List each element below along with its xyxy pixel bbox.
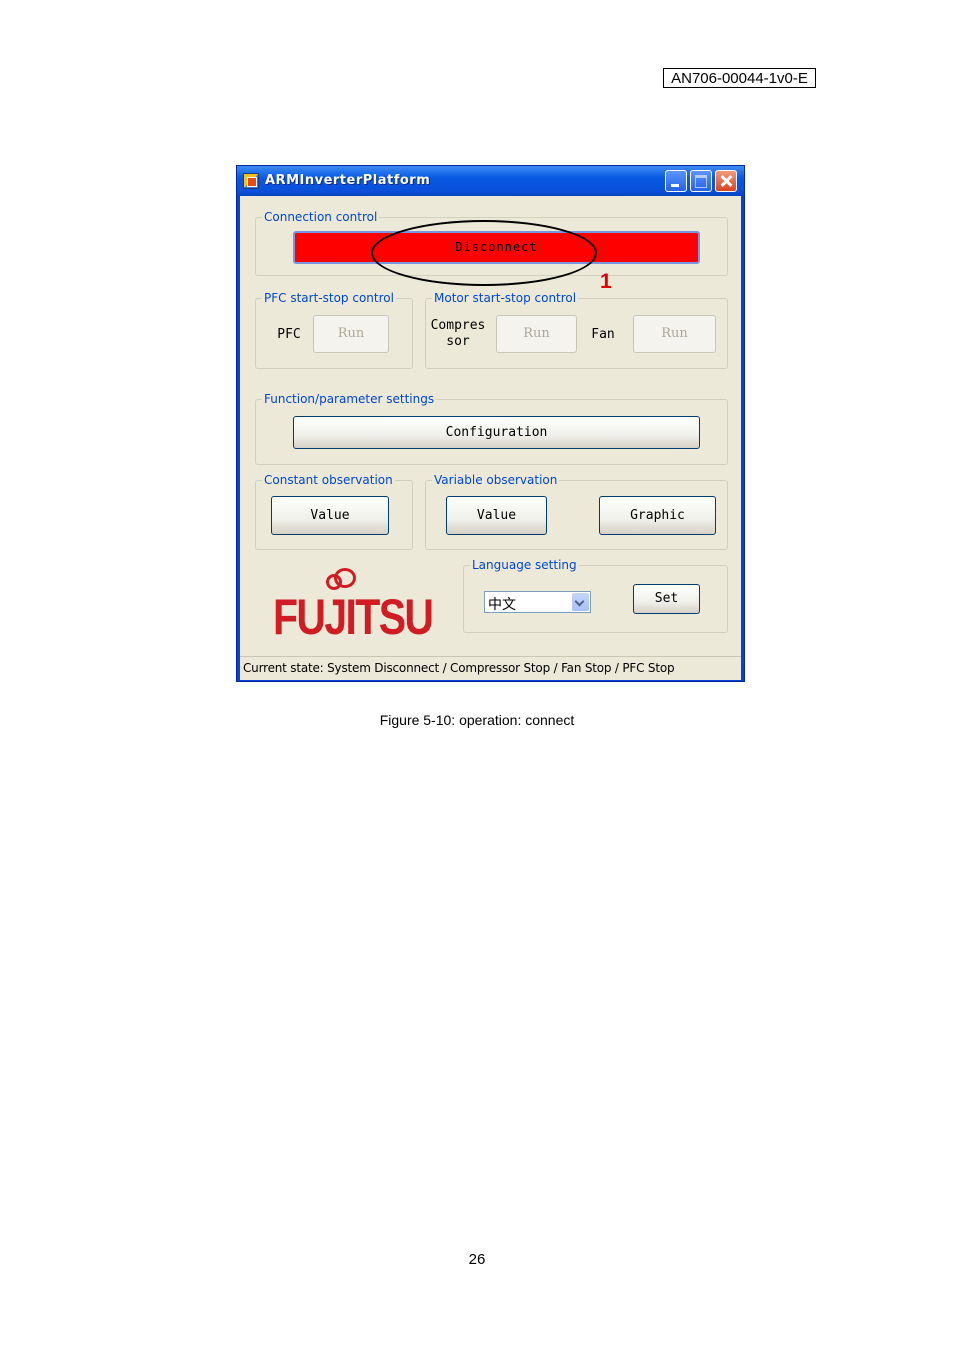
language-select[interactable]: 中文 [484,591,591,613]
compressor-label-line1: Compres [430,318,486,333]
variable-value-button[interactable]: Value [446,496,547,535]
status-text: Current state: System Disconnect / Compr… [243,661,675,675]
title-bar[interactable]: ARMInverterPlatform [237,166,744,196]
connection-control-label: Connection control [262,210,380,224]
variable-observation-label: Variable observation [432,473,560,487]
graphic-button[interactable]: Graphic [599,496,716,535]
chevron-down-icon[interactable] [572,593,589,611]
pfc-control-label: PFC start-stop control [262,291,396,305]
status-bar: Current state: System Disconnect / Compr… [240,656,741,680]
figure-caption: Figure 5-10: operation: connect [379,712,575,728]
maximize-icon[interactable] [690,170,712,192]
fan-label: Fan [591,327,615,342]
configuration-button[interactable]: Configuration [293,416,700,449]
page-number: 26 [468,1251,486,1268]
minimize-icon[interactable] [665,170,687,192]
language-setting-label: Language setting [470,558,579,572]
pfc-label: PFC [277,327,301,342]
compressor-run-button[interactable]: Run [496,315,577,353]
window-title: ARMInverterPlatform [265,173,431,188]
language-selected-value: 中文 [488,597,516,613]
set-language-button[interactable]: Set [633,584,700,614]
fujitsu-logo: FUJITSU [273,589,434,645]
compressor-label-line2: sor [446,334,470,349]
constant-observation-label: Constant observation [262,473,395,487]
fan-run-button[interactable]: Run [633,315,716,353]
function-settings-label: Function/parameter settings [262,392,437,406]
motor-control-label: Motor start-stop control [432,291,579,305]
constant-value-button[interactable]: Value [271,496,389,535]
close-icon[interactable] [715,170,737,192]
app-icon [243,173,259,189]
document-id: AN706-00044-1v0-E [663,68,816,88]
highlight-ellipse [371,220,597,286]
pfc-run-button[interactable]: Run [313,315,389,353]
callout-number: 1 [600,270,612,293]
